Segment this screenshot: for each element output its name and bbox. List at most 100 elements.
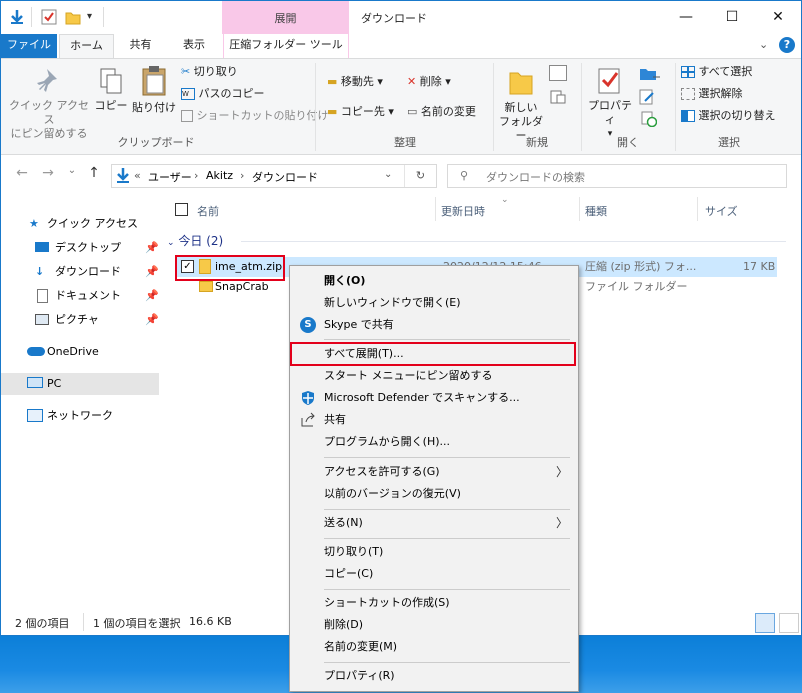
folder-icon <box>199 281 213 292</box>
group-label-open: 開く <box>617 136 639 149</box>
address-bar[interactable]: « ユーザー › Akitz › ダウンロード ⌄ ↻ <box>111 164 437 188</box>
new-item-icon[interactable] <box>549 65 567 81</box>
copy-to-button[interactable]: ▬ コピー先 ▾ <box>327 105 394 119</box>
column-name[interactable]: 名前 <box>197 203 219 219</box>
group-label-new: 新規 <box>526 136 548 149</box>
menu-item-create-shortcut[interactable]: ショートカットの作成(S) <box>290 592 578 614</box>
menu-item-properties[interactable]: プロパティ(R) <box>290 665 578 687</box>
group-divider <box>581 63 582 151</box>
breadcrumb-users[interactable]: ユーザー <box>148 169 192 185</box>
easy-access-icon[interactable] <box>549 89 567 105</box>
menu-item-give-access[interactable]: アクセスを許可する(G) 〉 <box>290 461 578 483</box>
minimize-button[interactable]: — <box>663 1 709 33</box>
nav-quick-access[interactable]: ★ クイック アクセス <box>1 213 159 235</box>
forward-arrow-icon[interactable]: → <box>39 165 57 183</box>
close-button[interactable]: ✕ <box>755 1 801 33</box>
properties-button[interactable]: プロパティ ▾ <box>587 67 633 141</box>
tab-home[interactable]: ホーム <box>59 34 114 58</box>
search-input[interactable]: ダウンロードの検索 <box>486 169 585 185</box>
breadcrumb-overflow[interactable]: « <box>134 169 141 182</box>
nav-pictures[interactable]: ピクチャ 📌 <box>1 309 159 331</box>
breadcrumb-downloads[interactable]: ダウンロード <box>252 169 318 185</box>
select-none-button[interactable]: 選択解除 <box>681 87 743 101</box>
pictures-icon <box>35 314 49 325</box>
sort-chevron-icon: ⌄ <box>501 195 509 205</box>
column-date[interactable]: 更新日時 <box>441 203 485 219</box>
nav-onedrive[interactable]: OneDrive <box>1 341 159 363</box>
history-icon[interactable] <box>641 111 658 128</box>
menu-item-pin-start[interactable]: スタート メニューにピン留めする <box>290 365 578 387</box>
nav-pc[interactable]: PC <box>1 373 159 395</box>
cut-button[interactable]: ✂ 切り取り <box>181 65 238 79</box>
group-header[interactable]: ⌄ 今日 (2) <box>167 232 223 249</box>
menu-item-skype-share[interactable]: S Skype で共有 <box>290 314 578 336</box>
tab-file[interactable]: ファイル <box>1 34 57 58</box>
breadcrumb-akitz[interactable]: Akitz <box>206 169 233 182</box>
shield-icon <box>300 390 316 406</box>
column-divider <box>579 197 580 221</box>
new-folder-icon[interactable] <box>65 9 81 25</box>
new-folder-button[interactable]: 新しい フォルダー <box>499 67 543 143</box>
copy-button[interactable]: コピー <box>93 67 129 113</box>
pin-quick-access-button[interactable]: クイック アクセス にピン留めする <box>7 67 91 141</box>
delete-x-icon: ✕ <box>407 75 417 88</box>
address-dropdown-icon[interactable]: ⌄ <box>384 169 392 180</box>
tab-share[interactable]: 共有 <box>118 34 163 58</box>
rename-button[interactable]: ▭ 名前の変更 <box>407 105 476 119</box>
open-icon[interactable] <box>639 67 661 81</box>
column-size[interactable]: サイズ <box>705 203 738 219</box>
recent-dropdown-icon[interactable]: ⌄ <box>63 165 81 183</box>
edit-icon[interactable] <box>639 89 655 105</box>
menu-item-defender-scan[interactable]: Microsoft Defender でスキャンする... <box>290 387 578 409</box>
menu-item-share[interactable]: 共有 <box>290 409 578 431</box>
column-type[interactable]: 種類 <box>585 203 607 219</box>
menu-item-copy[interactable]: コピー(C) <box>290 563 578 585</box>
search-box[interactable]: ⚲ ダウンロードの検索 <box>447 164 787 188</box>
copy-folder-icon: ▬ <box>327 105 338 118</box>
paste-button[interactable]: 貼り付け <box>131 65 177 115</box>
select-all-checkbox[interactable] <box>175 203 188 216</box>
item-count: 2 個の項目 <box>15 617 70 630</box>
tab-view[interactable]: 表示 <box>169 34 219 58</box>
collapse-ribbon-icon[interactable]: ⌄ <box>759 38 768 51</box>
nav-downloads[interactable]: ↓ ダウンロード 📌 <box>1 261 159 283</box>
menu-item-open[interactable]: 開く(O) <box>290 270 578 292</box>
pin-icon: 📌 <box>145 241 159 254</box>
nav-documents[interactable]: ドキュメント 📌 <box>1 285 159 307</box>
menu-item-open-with[interactable]: プログラムから開く(H)... <box>290 431 578 453</box>
invert-selection-button[interactable]: 選択の切り替え <box>681 109 776 123</box>
paste-shortcut-button[interactable]: ショートカットの貼り付け <box>181 109 329 123</box>
download-arrow-icon: ↓ <box>35 265 45 278</box>
submenu-arrow-icon: 〉 <box>555 516 568 530</box>
up-arrow-icon[interactable]: ↑ <box>85 165 103 183</box>
large-icons-view-icon[interactable] <box>779 613 799 633</box>
navigation-pane: ★ クイック アクセス デスクトップ 📌 ↓ ダウンロード 📌 ドキュメント 📌… <box>1 193 159 603</box>
group-divider-line <box>241 241 786 242</box>
menu-item-open-new-window[interactable]: 新しいウィンドウで開く(E) <box>290 292 578 314</box>
back-arrow-icon[interactable]: ← <box>13 165 31 183</box>
pin-icon: 📌 <box>145 265 159 278</box>
menu-item-delete[interactable]: 削除(D) <box>290 614 578 636</box>
nav-network[interactable]: ネットワーク <box>1 405 159 427</box>
maximize-button[interactable]: ☐ <box>709 1 755 33</box>
properties-check-icon[interactable] <box>41 9 57 25</box>
customize-qa-icon[interactable]: ▾ <box>87 9 103 25</box>
group-divider <box>315 63 316 151</box>
delete-button[interactable]: ✕ 削除 ▾ <box>407 75 451 89</box>
down-arrow-icon[interactable] <box>9 9 25 25</box>
move-to-button[interactable]: ▬ 移動先 ▾ <box>327 75 383 89</box>
menu-item-restore-versions[interactable]: 以前のバージョンの復元(V) <box>290 483 578 505</box>
menu-item-send-to[interactable]: 送る(N) 〉 <box>290 512 578 534</box>
copy-path-button[interactable]: W パスのコピー <box>181 87 265 101</box>
move-folder-icon: ▬ <box>327 75 338 88</box>
nav-desktop[interactable]: デスクトップ 📌 <box>1 237 159 259</box>
menu-item-cut[interactable]: 切り取り(T) <box>290 541 578 563</box>
refresh-icon[interactable]: ↻ <box>404 165 436 187</box>
details-view-icon[interactable] <box>755 613 775 633</box>
selected-size: 16.6 KB <box>189 615 232 628</box>
select-all-button[interactable]: すべて選択 <box>681 65 752 79</box>
help-icon[interactable]: ? <box>779 37 795 53</box>
tab-compressed-folder-tools[interactable]: 圧縮フォルダー ツール <box>223 34 349 58</box>
status-divider <box>83 613 84 631</box>
menu-item-rename[interactable]: 名前の変更(M) <box>290 636 578 658</box>
